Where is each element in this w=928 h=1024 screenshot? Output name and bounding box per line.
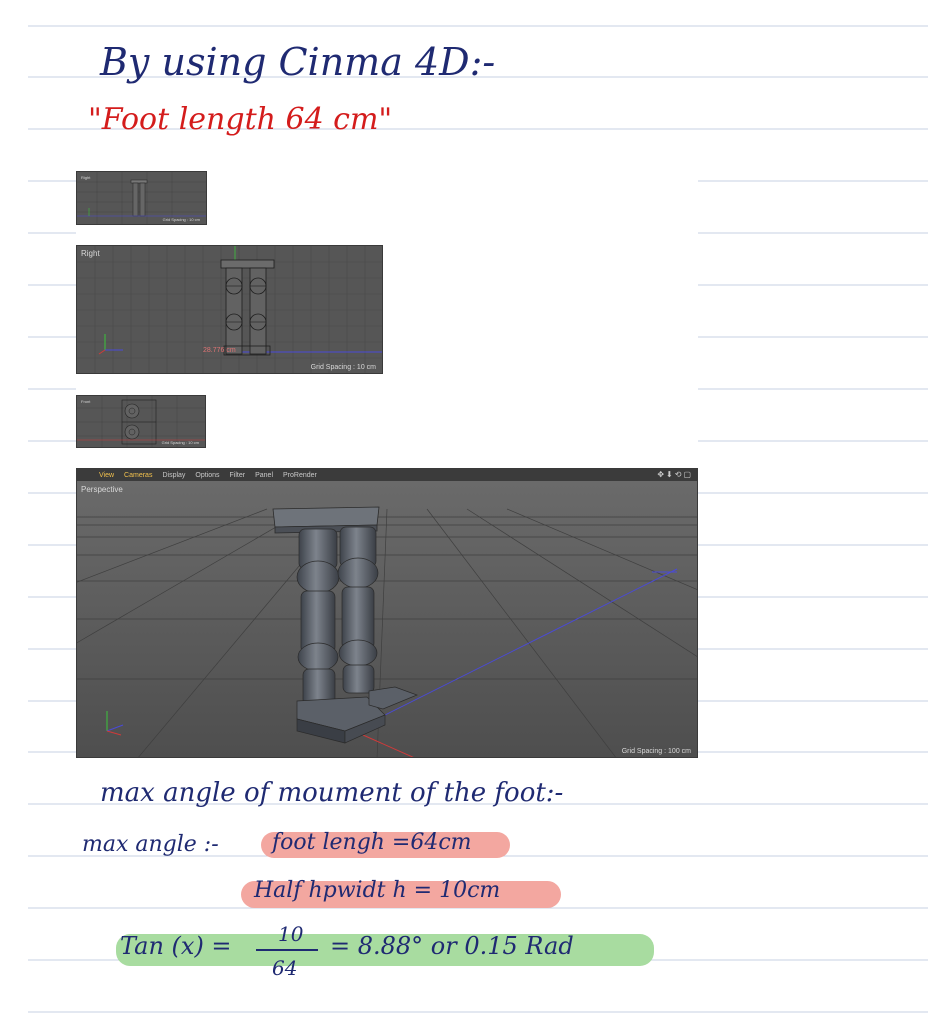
calc-half-width: Half hpwidt h = 10cm (254, 878, 501, 903)
fraction-bar (256, 949, 318, 951)
grid-spacing-label: Grid Spacing : 100 cm (621, 748, 691, 755)
equation-rhs: = 8.88° or 0.15 Rad (330, 932, 574, 960)
grid-spacing-label: Grid Spacing : 10 cm (162, 217, 200, 222)
equation-denominator: 64 (272, 956, 298, 980)
note-subheading: "Foot length 64 cm" (88, 102, 393, 137)
viewport-front-thumbnail: Front Grid Spacing : 10 cm (76, 395, 206, 448)
viewport-label: Right (81, 249, 100, 258)
viewport-perspective: View Cameras Display Options Filter Pane… (76, 468, 698, 758)
viewport-label: Right (81, 175, 91, 180)
viewport-right-thumbnail: Right Grid Spacing : 10 cm (76, 171, 207, 225)
equation-numerator: 10 (278, 922, 304, 946)
calc-title: max angle of moument of the foot:- (100, 778, 564, 808)
measure-label: 28.776 cm (203, 347, 236, 354)
grid-spacing-label: Grid Spacing : 10 cm (310, 364, 376, 371)
viewport-label: Perspective (81, 485, 123, 494)
equation-lhs: Tan (x) = (120, 932, 232, 960)
right-view-drawing (77, 246, 382, 373)
note-heading: By using Cinma 4D:- (100, 40, 496, 84)
viewport-right: Right 28.776 cm Grid Spacing : 10 cm (76, 245, 383, 374)
calc-line1-prefix: max angle :- (82, 832, 219, 857)
grid-spacing-label: Grid Spacing : 10 cm (161, 440, 199, 445)
viewport-label: Front (81, 399, 91, 404)
calc-foot-length: foot lengh =64cm (272, 830, 472, 855)
perspective-scene (77, 481, 697, 757)
